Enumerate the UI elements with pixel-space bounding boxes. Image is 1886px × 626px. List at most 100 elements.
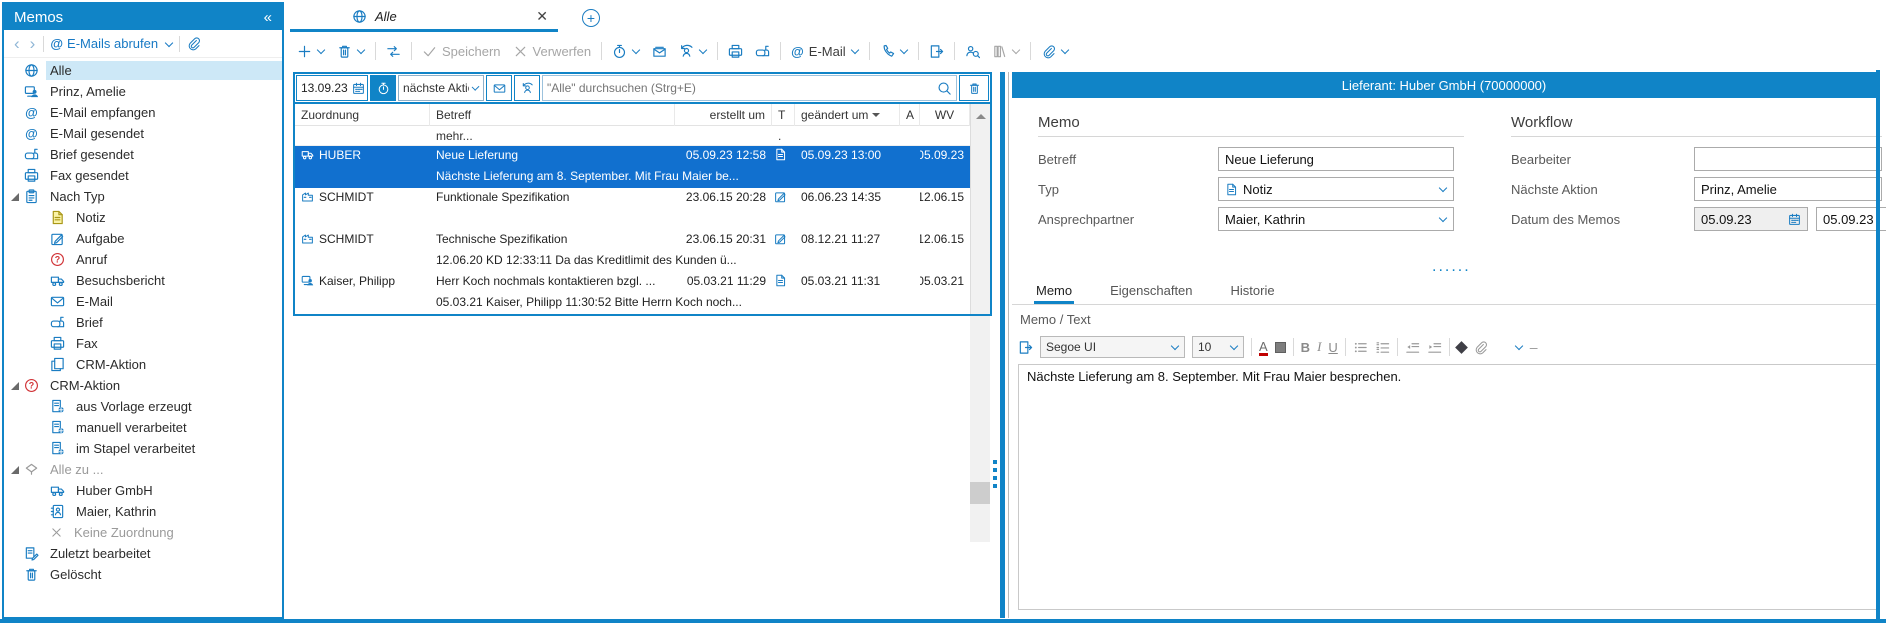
highlight-color-button[interactable] (1275, 342, 1286, 353)
sidebar-item-fax-gesendet[interactable]: Fax gesendet (4, 165, 282, 186)
expander-icon[interactable] (11, 382, 19, 390)
sidebar-item-im-stapel-verarbeitet[interactable]: im Stapel verarbeitet (4, 438, 282, 459)
col-a[interactable]: A (900, 104, 920, 126)
bullet-list-icon[interactable] (1353, 340, 1368, 355)
sidebar-item-brief[interactable]: Brief (4, 312, 282, 333)
bold-button[interactable]: B (1301, 340, 1310, 355)
underline-button[interactable]: U (1328, 340, 1337, 355)
sidebar-item-email-gesendet[interactable]: @E-Mail gesendet (4, 123, 282, 144)
back-icon[interactable]: ‹ (12, 35, 22, 52)
minimize-toolbar-icon[interactable]: – (1530, 339, 1538, 355)
col-geaendert-um[interactable]: geändert um (795, 104, 900, 126)
sidebar-item-anruf[interactable]: Anruf (4, 249, 282, 270)
col-erstellt-um[interactable]: erstellt um (675, 104, 772, 126)
save-button[interactable]: Speichern (420, 42, 503, 61)
scrollbar-thumb[interactable] (970, 482, 990, 504)
expander-icon[interactable] (11, 193, 19, 201)
tab-memo[interactable]: Memo (1034, 283, 1074, 304)
font-family-select[interactable]: Segoe UI (1040, 336, 1185, 358)
calendar-icon[interactable] (352, 82, 365, 95)
expander-icon[interactable] (11, 466, 19, 474)
close-tab-icon[interactable]: ✕ (536, 8, 548, 25)
font-color-button[interactable]: A (1259, 339, 1268, 356)
panel-splitter[interactable] (1000, 72, 1005, 618)
table-row[interactable]: SCHMIDT Technische Spezifikation 23.06.1… (295, 230, 990, 272)
add-button[interactable] (295, 42, 327, 61)
contact-filter-button[interactable] (514, 75, 540, 101)
discard-button[interactable]: Verwerfen (511, 42, 594, 61)
tab-historie[interactable]: Historie (1229, 283, 1277, 304)
scroll-up-icon[interactable] (976, 109, 986, 119)
new-tab-button[interactable]: + (582, 9, 600, 27)
col-t[interactable]: T (772, 104, 795, 126)
fetch-mails-button[interactable]: @ E-Mails abrufen (50, 36, 173, 51)
col-wv[interactable]: WV (920, 104, 970, 126)
refresh-contact-button[interactable] (677, 42, 709, 61)
col-betreff[interactable]: Betreff (430, 104, 675, 126)
horizontal-splitter-grip[interactable]: ...... (1432, 264, 1471, 270)
collapse-sidebar-icon[interactable]: « (264, 9, 272, 26)
chevron-down-icon[interactable] (1515, 342, 1523, 350)
memo-date-field[interactable]: 05.09.23 (1694, 207, 1808, 231)
sidebar-item-alle[interactable]: Alle (4, 60, 282, 81)
paperclip-icon[interactable] (186, 36, 201, 51)
betreff-input[interactable] (1225, 152, 1447, 167)
more-link[interactable]: mehr... (430, 129, 675, 143)
sidebar-group-crm-aktion[interactable]: CRM-Aktion (4, 375, 282, 396)
sidebar-item-crm-aktion[interactable]: CRM-Aktion (4, 354, 282, 375)
numbered-list-icon[interactable] (1375, 340, 1390, 355)
fax-button[interactable] (726, 42, 745, 61)
ansprechpartner-select[interactable]: Maier, Kathrin (1218, 207, 1454, 231)
sidebar-item-prinz-amelie[interactable]: Prinz, Amelie (4, 81, 282, 102)
table-row[interactable]: Kaiser, Philipp Herr Koch nochmals konta… (295, 272, 990, 314)
sidebar-item-besuchsbericht[interactable]: Besuchsbericht (4, 270, 282, 291)
link-icon[interactable] (1473, 340, 1488, 355)
italic-button[interactable]: I (1317, 339, 1321, 355)
convert-button[interactable] (384, 42, 403, 61)
sidebar-item-manuell-verarbeitet[interactable]: manuell verarbeitet (4, 417, 282, 438)
splitter-grip-icon[interactable] (993, 460, 997, 488)
tab-eigenschaften[interactable]: Eigenschaften (1108, 283, 1194, 304)
date-filter-field[interactable]: 13.09.23 (296, 75, 368, 101)
contact-search-button[interactable] (963, 42, 982, 61)
bearbeiter-input[interactable] (1701, 152, 1875, 167)
naechste-aktion-input[interactable] (1701, 182, 1875, 197)
col-zuordnung[interactable]: Zuordnung (295, 104, 430, 126)
export-button[interactable] (927, 42, 946, 61)
paste-from-icon[interactable] (1018, 340, 1033, 355)
reminder-button[interactable] (610, 42, 642, 61)
table-row[interactable]: SCHMIDT Funktionale Spezifikation 23.06.… (295, 188, 990, 230)
email-filter-button[interactable] (486, 75, 512, 101)
list-scrollbar-track[interactable] (970, 316, 990, 542)
sidebar-item-keine-zuordnung[interactable]: Keine Zuordnung (4, 522, 282, 543)
sidebar-item-geloescht[interactable]: Gelöscht (4, 564, 282, 585)
clear-filter-button[interactable] (959, 75, 989, 101)
email-button[interactable]: @E-Mail (789, 42, 861, 61)
delete-button[interactable] (335, 42, 367, 61)
sidebar-item-fax[interactable]: Fax (4, 333, 282, 354)
attachment-button[interactable] (1039, 42, 1071, 61)
forward-icon[interactable]: › (28, 35, 38, 52)
sidebar-item-zuletzt-bearbeitet[interactable]: Zuletzt bearbeitet (4, 543, 282, 564)
search-input[interactable] (547, 81, 933, 95)
outdent-icon[interactable] (1405, 340, 1420, 355)
sidebar-item-aus-vorlage-erzeugt[interactable]: aus Vorlage erzeugt (4, 396, 282, 417)
action-select[interactable]: nächste Aktion (398, 75, 484, 101)
sidebar-group-nach-typ[interactable]: Nach Typ (4, 186, 282, 207)
symbol-button[interactable] (1455, 341, 1468, 354)
sidebar-item-email[interactable]: E-Mail (4, 291, 282, 312)
sidebar-item-maier-kathrin[interactable]: Maier, Kathrin (4, 501, 282, 522)
table-row[interactable]: HUBER Neue Lieferung 05.09.23 12:58 05.0… (295, 146, 990, 188)
list-scrollbar[interactable] (970, 104, 990, 314)
tab-alle[interactable]: Alle ✕ (290, 4, 558, 32)
typ-select[interactable]: Notiz (1218, 177, 1454, 201)
memo-text-editor[interactable]: Nächste Lieferung am 8. September. Mit F… (1018, 364, 1878, 610)
sidebar-item-brief-gesendet[interactable]: Brief gesendet (4, 144, 282, 165)
sidebar-group-alle-zu[interactable]: Alle zu ... (4, 459, 282, 480)
send-letter-button[interactable] (650, 42, 669, 61)
indent-icon[interactable] (1427, 340, 1442, 355)
sidebar-item-aufgabe[interactable]: Aufgabe (4, 228, 282, 249)
next-action-toggle-button[interactable] (370, 75, 396, 101)
research-button[interactable] (990, 42, 1022, 61)
font-size-select[interactable]: 10 (1192, 336, 1244, 358)
